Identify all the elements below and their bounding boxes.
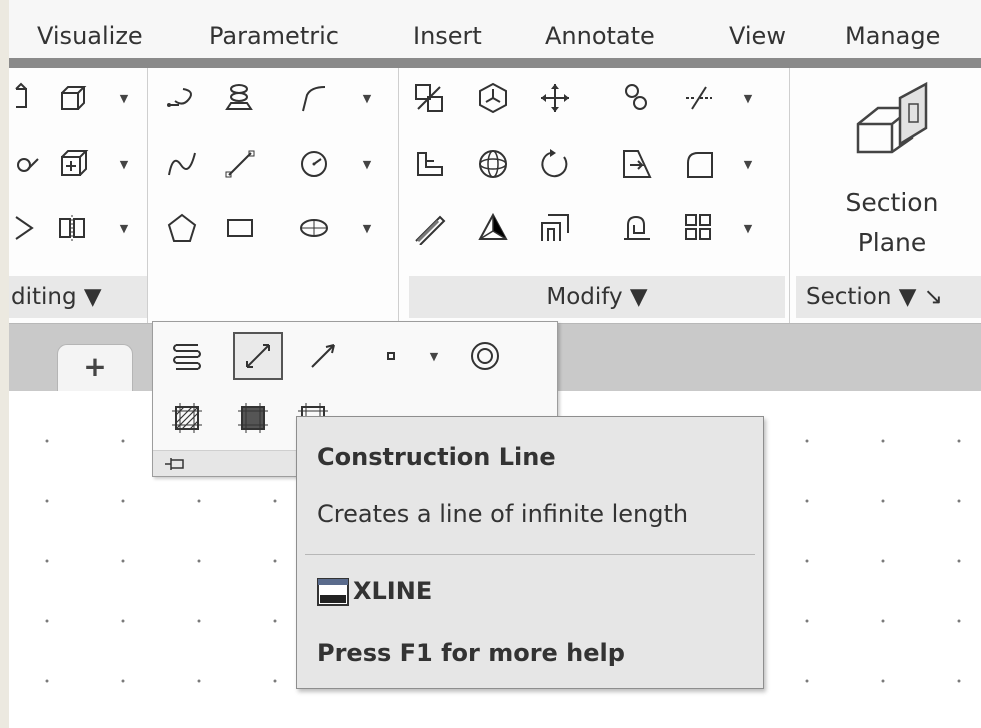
- construction-line-tooltip: Construction Line Creates a line of infi…: [296, 416, 764, 689]
- panel-solid-editing: ▼ ▼ ▼ diting ▼: [9, 68, 147, 323]
- presspull-icon[interactable]: [409, 144, 449, 184]
- hatch-icon[interactable]: [167, 398, 207, 438]
- tooltip-command-name: XLINE: [353, 577, 433, 605]
- construction-line-icon[interactable]: [233, 332, 283, 380]
- shell-icon[interactable]: [53, 208, 93, 248]
- panel-draw: ▼ ▼ ▼: [148, 68, 398, 323]
- array-icon[interactable]: [679, 208, 719, 248]
- 3d-align-icon[interactable]: [473, 208, 513, 248]
- tooltip-divider: [305, 554, 755, 555]
- autocad-window: Visualize Parametric Insert Annotate Vie…: [9, 0, 981, 728]
- panel-title-modify[interactable]: Modify ▼: [409, 276, 785, 318]
- trim-icon[interactable]: [679, 78, 719, 118]
- ribbon-tab-bar: Visualize Parametric Insert Annotate Vie…: [9, 0, 981, 68]
- imprint-dropdown-arrow[interactable]: ▼: [117, 158, 131, 172]
- tab-manage[interactable]: Manage: [845, 22, 940, 50]
- separate-icon[interactable]: [9, 144, 49, 184]
- helix-icon[interactable]: [220, 78, 260, 118]
- command-line-icon: [317, 578, 349, 606]
- tab-parametric[interactable]: Parametric: [209, 22, 339, 50]
- tab-annotate[interactable]: Annotate: [545, 22, 655, 50]
- 3d-rotate-icon[interactable]: [473, 144, 513, 184]
- tab-insert[interactable]: Insert: [413, 22, 482, 50]
- sweep-icon[interactable]: [162, 78, 202, 118]
- taper-icon[interactable]: [9, 208, 49, 248]
- polygon-icon[interactable]: [162, 208, 202, 248]
- polyline-icon[interactable]: [294, 78, 334, 118]
- line-icon[interactable]: [220, 144, 260, 184]
- rotate-icon[interactable]: [535, 144, 575, 184]
- offset-icon[interactable]: [535, 208, 575, 248]
- panel-title-editing[interactable]: diting ▼: [9, 276, 147, 318]
- circle-icon[interactable]: [294, 144, 334, 184]
- polyline-dropdown-arrow[interactable]: ▼: [360, 92, 374, 106]
- section-plane-label-line1: Section: [845, 188, 939, 217]
- section-plane-label-line2: Plane: [857, 228, 927, 257]
- 3d-move-icon[interactable]: [473, 78, 513, 118]
- copy-icon[interactable]: [617, 78, 657, 118]
- trim-dropdown-arrow[interactable]: ▼: [741, 92, 755, 106]
- fillet-dropdown-arrow[interactable]: ▼: [741, 158, 755, 172]
- extend-icon[interactable]: [617, 144, 657, 184]
- circle-dropdown-arrow[interactable]: ▼: [360, 158, 374, 172]
- ribbon-panels: ▼ ▼ ▼ diting ▼ ▼ ▼ ▼ ▼ ▼ ▼ Modify ▼ Sect…: [9, 68, 981, 323]
- rectangle-icon[interactable]: [220, 208, 260, 248]
- point-icon[interactable]: [371, 336, 411, 376]
- donut-icon[interactable]: [465, 336, 505, 376]
- section-plane-icon: [856, 81, 928, 154]
- shell-dropdown-arrow[interactable]: ▼: [117, 222, 131, 236]
- box-icon[interactable]: [53, 78, 93, 118]
- spline-icon[interactable]: [162, 144, 202, 184]
- extrude-faces-icon[interactable]: [9, 78, 49, 118]
- panel-modify: ▼ ▼ ▼ Modify ▼: [399, 68, 789, 323]
- tooltip-title: Construction Line: [317, 443, 556, 471]
- tab-visualize[interactable]: Visualize: [37, 22, 143, 50]
- box-dropdown-arrow[interactable]: ▼: [117, 92, 131, 106]
- move-icon[interactable]: [535, 78, 575, 118]
- helix-coil-icon[interactable]: [167, 336, 207, 376]
- point-dropdown-arrow[interactable]: ▼: [427, 350, 441, 364]
- tab-view[interactable]: View: [729, 22, 786, 50]
- scale-icon[interactable]: [409, 78, 449, 118]
- slice-icon[interactable]: [409, 208, 449, 248]
- imprint-icon[interactable]: [53, 144, 93, 184]
- pin-icon[interactable]: [163, 453, 187, 475]
- ribbon-tab-underline: [9, 58, 981, 68]
- panel-title-section[interactable]: Section ▼ ↘: [796, 276, 981, 318]
- tooltip-help-hint: Press F1 for more help: [317, 639, 625, 667]
- ellipse-dropdown-arrow[interactable]: ▼: [360, 222, 374, 236]
- fillet-icon[interactable]: [679, 144, 719, 184]
- ellipse-icon[interactable]: [294, 208, 334, 248]
- ray-icon[interactable]: [303, 336, 343, 376]
- gradient-icon[interactable]: [233, 398, 273, 438]
- array-dropdown-arrow[interactable]: ▼: [741, 222, 755, 236]
- new-drawing-tab[interactable]: +: [57, 344, 133, 392]
- convert-to-solid-icon[interactable]: [617, 208, 657, 248]
- section-plane-button[interactable]: Section Plane: [818, 80, 966, 265]
- tooltip-description: Creates a line of infinite length: [317, 500, 689, 528]
